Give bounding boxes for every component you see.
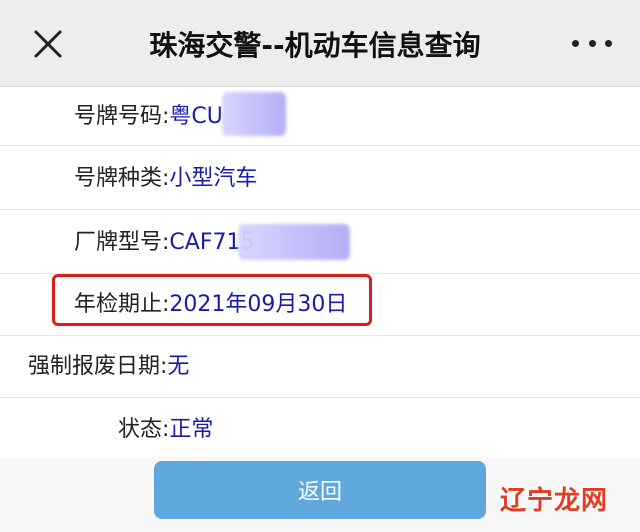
info-row-plate-type: 号牌种类:小型汽车 [0, 146, 640, 210]
more-options-icon[interactable] [572, 36, 612, 50]
more-dot [588, 39, 596, 47]
redaction-blur [238, 224, 350, 260]
plate-type-label: 号牌种类: [74, 166, 170, 191]
more-dot [605, 39, 612, 47]
model-label: 厂牌型号: [74, 230, 170, 255]
info-field: 厂牌型号:CAF715 [74, 224, 254, 256]
plate-type-value: 小型汽车 [169, 166, 258, 191]
watermark-logo: 辽宁龙网 [500, 486, 609, 516]
scrap-date-value: 无 [167, 354, 190, 379]
status-label: 状态: [118, 417, 170, 442]
close-icon[interactable] [30, 26, 66, 62]
info-field: 号牌种类:小型汽车 [74, 160, 257, 192]
more-dot [572, 39, 579, 47]
plate-number-value: 粤CU [169, 104, 223, 129]
redaction-blur [222, 92, 286, 136]
highlight-annotation [52, 274, 372, 326]
info-row-plate-number: 号牌号码:粤CU [0, 82, 640, 146]
plate-number-label: 号牌号码: [74, 104, 170, 129]
info-row-scrap-date: 强制报废日期:无 [0, 334, 640, 398]
scrap-date-label: 强制报废日期: [28, 354, 168, 379]
info-row-model: 厂牌型号:CAF715 [0, 210, 640, 274]
nav-header: 珠海交警--机动车信息查询 [0, 0, 640, 87]
page-title: 珠海交警--机动车信息查询 [149, 29, 481, 62]
info-field: 强制报废日期:无 [28, 348, 189, 380]
return-button[interactable]: 返回 [154, 461, 486, 519]
status-value: 正常 [169, 417, 214, 442]
info-field: 状态:正常 [118, 411, 213, 443]
info-row-status: 状态:正常 [0, 397, 640, 461]
info-field: 号牌号码:粤CU [74, 98, 223, 130]
